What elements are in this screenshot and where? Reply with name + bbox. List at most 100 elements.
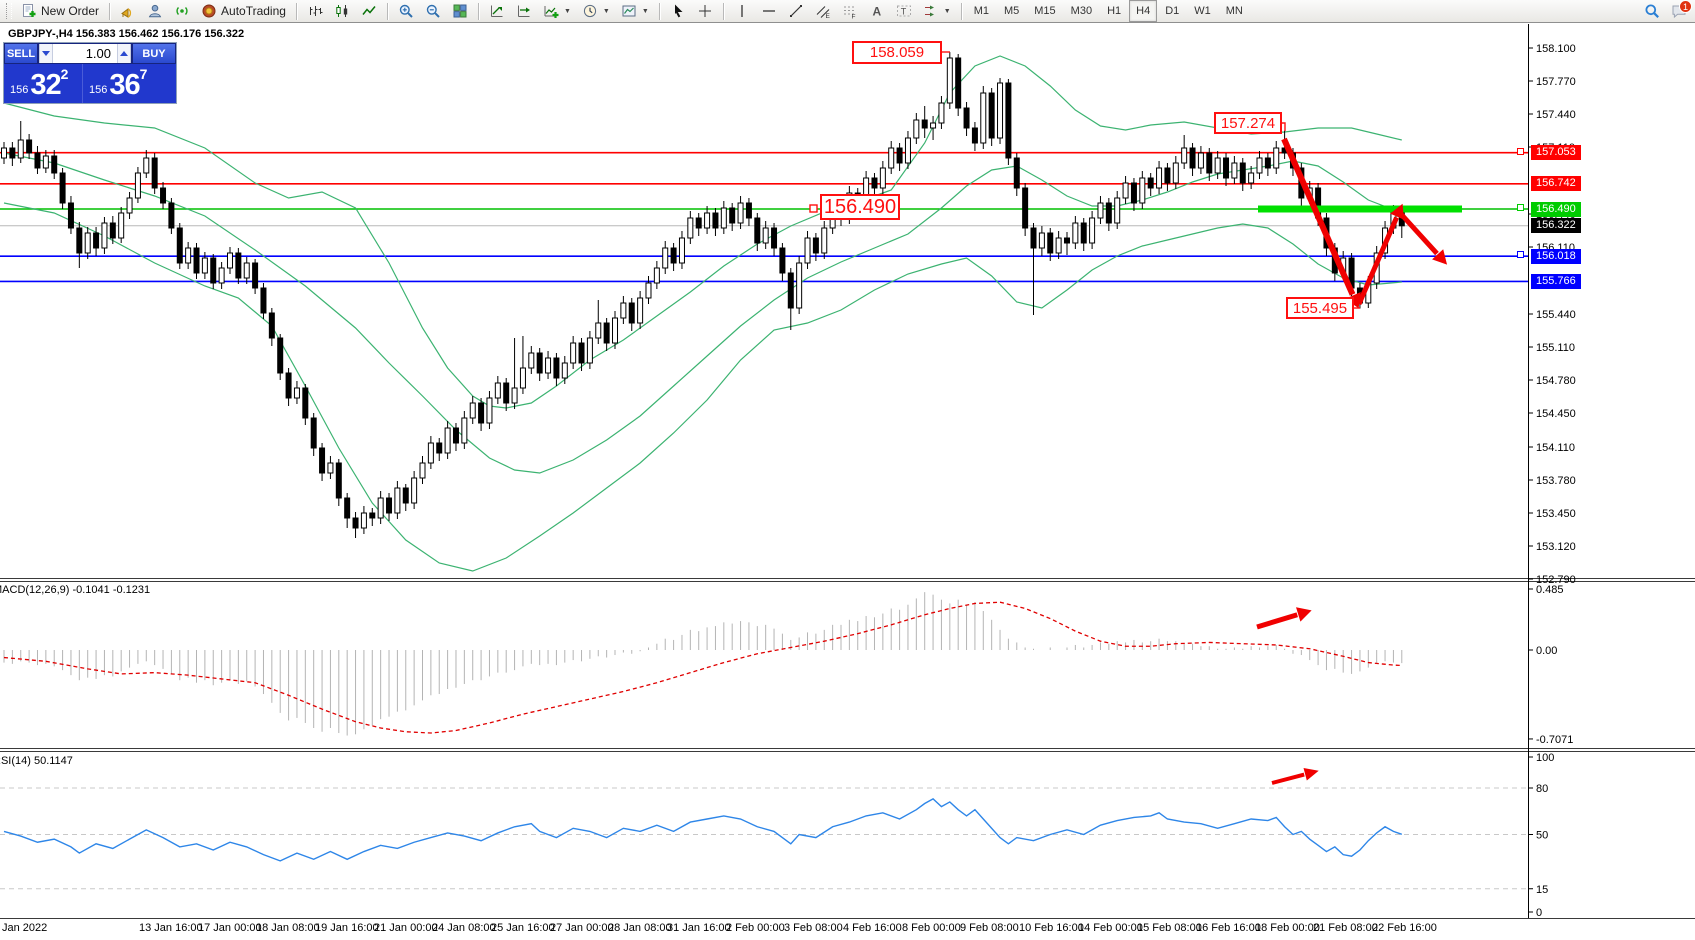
trendline-tool-button[interactable] — [783, 0, 809, 23]
bar-chart-button[interactable] — [302, 0, 328, 23]
timeframe-button-m15[interactable]: M15 — [1027, 0, 1062, 22]
sell-price-prefix: 156 — [10, 84, 28, 96]
svg-text:E: E — [825, 13, 830, 19]
crosshair-tool-button[interactable] — [692, 0, 718, 23]
price-level-badge: 156.018 — [1531, 249, 1581, 264]
svg-text:27 Jan 00:00: 27 Jan 00:00 — [550, 922, 614, 934]
new-chart-icon — [543, 3, 559, 19]
svg-text:153.450: 153.450 — [1536, 508, 1576, 520]
price-annotation-box[interactable]: 156.490 — [820, 194, 900, 220]
zoom-out-button[interactable] — [420, 0, 446, 23]
equidistant-channel-tool-button[interactable]: E — [810, 0, 836, 23]
crosshair-icon — [697, 3, 713, 19]
one-click-controls: SELL 1.00 BUY — [4, 43, 176, 64]
volume-input[interactable]: 1.00 — [53, 44, 117, 63]
line-chart-button[interactable] — [356, 0, 382, 23]
candlestick-chart-button[interactable] — [329, 0, 355, 23]
chevron-down-icon: ▼ — [642, 8, 649, 15]
bar-chart-icon — [307, 3, 323, 19]
timeframe-button-d1[interactable]: D1 — [1158, 0, 1186, 22]
svg-text:4 Feb 16:00: 4 Feb 16:00 — [843, 922, 902, 934]
autotrading-button[interactable]: AutoTrading — [196, 0, 291, 23]
one-click-prices: 156 32 2 156 36 7 — [4, 64, 176, 103]
chart-canvas[interactable]: 158.100157.770157.440157.110156.440156.1… — [0, 23, 1695, 940]
horizontal-line-tool-button[interactable] — [756, 0, 782, 23]
line-handle-marker[interactable] — [1517, 204, 1524, 211]
volume-increase-button[interactable] — [117, 44, 131, 63]
new-order-button[interactable]: New Order — [16, 0, 104, 23]
text-label-tool-button[interactable]: T — [891, 0, 917, 23]
svg-text:153.120: 153.120 — [1536, 541, 1576, 553]
chart-shift-icon — [516, 3, 532, 19]
timeframe-button-mn[interactable]: MN — [1219, 0, 1250, 22]
template-menu-button[interactable]: ▼ — [616, 0, 654, 23]
svg-text:9 Feb 08:00: 9 Feb 08:00 — [960, 922, 1019, 934]
timeframe-button-m30[interactable]: M30 — [1064, 0, 1099, 22]
timeframe-button-m5[interactable]: M5 — [997, 0, 1026, 22]
toolbar-separator — [387, 3, 388, 20]
arrows-icon — [923, 3, 939, 19]
line-handle-marker[interactable] — [1517, 251, 1524, 258]
support-resistance-bar[interactable] — [1258, 206, 1462, 213]
channel-icon: E — [815, 3, 831, 19]
macd-label: MACD(12,26,9) -0.1041 -0.1231 — [0, 584, 150, 596]
buy-button[interactable]: BUY — [132, 43, 176, 64]
sell-price-display[interactable]: 156 32 2 — [4, 64, 83, 103]
template-icon — [621, 3, 637, 19]
tile-windows-button[interactable] — [447, 0, 473, 23]
price-annotation-box[interactable]: 158.059 — [852, 41, 942, 64]
price-annotation-box[interactable]: 157.274 — [1214, 112, 1282, 134]
search-button[interactable] — [1639, 0, 1665, 23]
toolbar-separator — [723, 3, 724, 20]
svg-text:155.110: 155.110 — [1536, 342, 1575, 354]
buy-price-big: 36 — [109, 71, 139, 100]
person-icon — [147, 3, 163, 19]
line-handle-marker[interactable] — [1517, 148, 1524, 155]
horizontal-line-icon — [761, 3, 777, 19]
sell-price-sup: 2 — [61, 66, 69, 82]
text-tool-button[interactable]: A — [864, 0, 890, 23]
svg-text:157.440: 157.440 — [1536, 109, 1576, 121]
price-annotation-box[interactable]: 155.495 — [1286, 297, 1354, 319]
svg-text:18 Jan 08:00: 18 Jan 08:00 — [256, 922, 320, 934]
notification-badge: 1 — [1679, 0, 1692, 13]
timeframe-button-m1[interactable]: M1 — [967, 0, 996, 22]
price-level-badge: 156.322 — [1531, 218, 1581, 233]
price-level-badge: 157.053 — [1531, 145, 1581, 160]
svg-text:154.110: 154.110 — [1536, 442, 1575, 454]
news-button[interactable] — [115, 0, 141, 23]
time-axis[interactable]: Jan 202213 Jan 16:0017 Jan 00:0018 Jan 0… — [2, 922, 1437, 934]
toolbar-grip — [6, 3, 12, 19]
svg-text:28 Jan 08:00: 28 Jan 08:00 — [608, 922, 672, 934]
zoom-in-button[interactable] — [393, 0, 419, 23]
sell-button[interactable]: SELL — [4, 43, 38, 64]
arrows-tool-button[interactable]: ▼ — [918, 0, 956, 23]
auto-scroll-button[interactable] — [484, 0, 510, 23]
timeframe-button-w1[interactable]: W1 — [1187, 0, 1218, 22]
signals-button[interactable] — [169, 0, 195, 23]
cursor-tool-button[interactable] — [665, 0, 691, 23]
zoom-in-icon — [398, 3, 414, 19]
timeframe-button-h4[interactable]: H4 — [1129, 0, 1157, 22]
chart-shift-button[interactable] — [511, 0, 537, 23]
rsi-label: RSI(14) 50.1147 — [0, 755, 73, 767]
community-button[interactable] — [142, 0, 168, 23]
fibonacci-tool-button[interactable]: F — [837, 0, 863, 23]
zoom-out-icon — [425, 3, 441, 19]
timeframe-button-h1[interactable]: H1 — [1100, 0, 1128, 22]
svg-text:50: 50 — [1536, 830, 1548, 842]
chart-symbol-ohlc: GBPJPY-,H4 156.383 156.462 156.176 156.3… — [8, 28, 244, 40]
svg-text:-0.7071: -0.7071 — [1536, 734, 1573, 746]
mt4-window: New OrderAutoTrading▼▼▼EFAT▼M1M5M15M30H1… — [0, 0, 1695, 940]
svg-text:31 Jan 16:00: 31 Jan 16:00 — [667, 922, 731, 934]
svg-text:16 Feb 16:00: 16 Feb 16:00 — [1196, 922, 1261, 934]
svg-text:21 Jan 00:00: 21 Jan 00:00 — [374, 922, 438, 934]
new-chart-button[interactable]: ▼ — [538, 0, 576, 23]
line-chart-icon — [361, 3, 377, 19]
vertical-line-tool-button[interactable] — [729, 0, 755, 23]
buy-price-display[interactable]: 156 36 7 — [83, 64, 176, 103]
volume-decrease-button[interactable] — [39, 44, 53, 63]
svg-text:8 Feb 00:00: 8 Feb 00:00 — [902, 922, 961, 934]
notifications-button[interactable]: 1 — [1666, 0, 1692, 23]
period-menu-button[interactable]: ▼ — [577, 0, 615, 23]
